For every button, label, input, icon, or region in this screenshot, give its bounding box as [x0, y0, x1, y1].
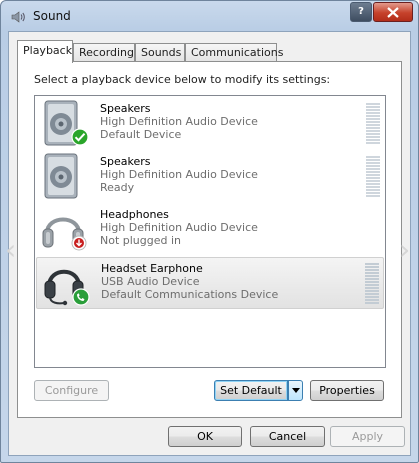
cancel-label: Cancel: [268, 430, 307, 443]
playback-panel: Select a playback device below to modify…: [17, 61, 402, 418]
speakers-icon: [39, 152, 87, 200]
tab-communications[interactable]: Communications: [185, 43, 283, 62]
sound-window: Sound ? Playback Recording Sounds Commun…: [0, 0, 419, 463]
configure-label: Configure: [44, 384, 99, 397]
device-status: Ready: [100, 181, 135, 194]
configure-button[interactable]: Configure: [34, 380, 109, 401]
chevron-right-icon: ›: [399, 233, 411, 266]
window-title: Sound: [33, 9, 71, 23]
help-button[interactable]: ?: [350, 2, 372, 22]
default-check-icon: [71, 128, 89, 149]
volume-meter: [365, 263, 379, 305]
dialog-client: Playback Recording Sounds Communications…: [8, 31, 411, 456]
chevron-down-icon: [292, 388, 300, 393]
phone-icon: [72, 288, 90, 309]
set-default-dropdown[interactable]: [288, 380, 303, 401]
device-item-speakers-default[interactable]: Speakers High Definition Audio Device De…: [36, 98, 384, 150]
tab-recording[interactable]: Recording: [73, 43, 135, 62]
ok-label: OK: [197, 430, 213, 443]
device-description: USB Audio Device: [101, 275, 200, 288]
device-name: Speakers: [100, 102, 151, 115]
tab-label: Communications: [191, 46, 284, 59]
tab-sounds[interactable]: Sounds: [135, 43, 185, 62]
device-name: Headphones: [100, 208, 169, 221]
tab-label: Sounds: [141, 46, 182, 59]
tab-playback[interactable]: Playback: [17, 40, 73, 63]
device-name: Headset Earphone: [101, 262, 203, 275]
chevron-left-icon: ‹: [5, 233, 17, 266]
unplugged-icon: [71, 235, 87, 254]
device-item-speakers-ready[interactable]: Speakers High Definition Audio Device Re…: [36, 151, 384, 203]
properties-button[interactable]: Properties: [310, 380, 384, 401]
device-status: Not plugged in: [100, 234, 182, 247]
device-item-headphones[interactable]: Headphones High Definition Audio Device …: [36, 204, 384, 256]
apply-button[interactable]: Apply: [330, 426, 405, 447]
speaker-icon: [10, 9, 26, 25]
cancel-button[interactable]: Cancel: [250, 426, 325, 447]
close-button[interactable]: [373, 2, 413, 22]
close-icon: [387, 7, 399, 18]
device-description: High Definition Audio Device: [100, 168, 258, 181]
device-status: Default Device: [100, 128, 182, 141]
help-icon: ?: [358, 6, 364, 17]
set-default-button[interactable]: Set Default: [214, 380, 288, 401]
device-status: Default Communications Device: [101, 288, 279, 301]
device-name: Speakers: [100, 155, 151, 168]
tab-label: Playback: [23, 44, 73, 57]
ok-button[interactable]: OK: [168, 426, 242, 447]
set-default-label: Set Default: [220, 384, 282, 397]
tab-label: Recording: [79, 46, 135, 59]
properties-label: Properties: [319, 384, 375, 397]
volume-meter: [366, 103, 380, 145]
device-item-headset-earphone[interactable]: Headset Earphone USB Audio Device Defaul…: [36, 257, 384, 309]
instruction-text: Select a playback device below to modify…: [34, 73, 331, 86]
device-list[interactable]: Speakers High Definition Audio Device De…: [34, 95, 386, 368]
device-description: High Definition Audio Device: [100, 115, 258, 128]
title-bar[interactable]: Sound ?: [1, 1, 418, 31]
device-description: High Definition Audio Device: [100, 221, 258, 234]
apply-label: Apply: [351, 430, 384, 443]
volume-meter: [366, 156, 380, 198]
